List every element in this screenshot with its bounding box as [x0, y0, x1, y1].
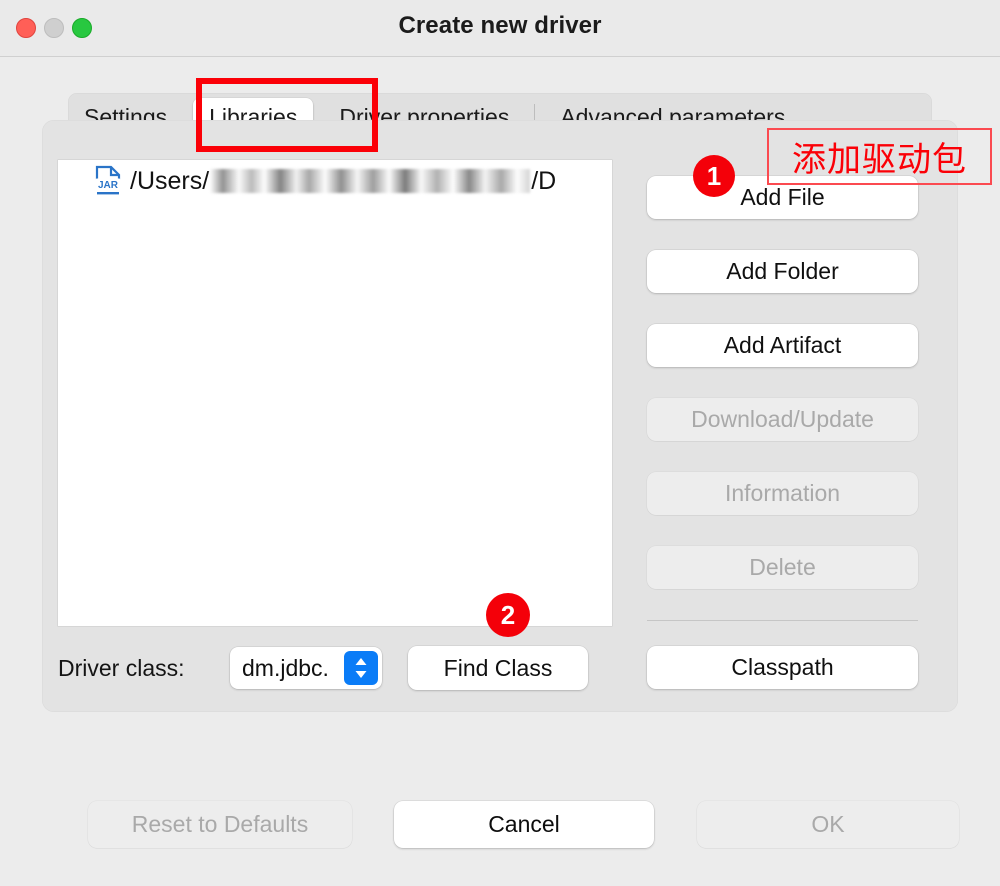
library-actions: Add File Add Folder Add Artifact Downloa…	[647, 176, 918, 720]
add-artifact-button[interactable]: Add Artifact	[647, 324, 918, 367]
list-item[interactable]: JAR /Users/ /D	[58, 160, 612, 202]
driver-class-row: Driver class: dm.jdbc. Find Class	[58, 646, 588, 690]
information-button: Information	[647, 472, 918, 515]
reset-to-defaults-button: Reset to Defaults	[88, 801, 352, 848]
title-bar: Create new driver	[0, 0, 1000, 57]
annotation-badge-1: 1	[693, 155, 735, 197]
download-update-button: Download/Update	[647, 398, 918, 441]
driver-class-combobox[interactable]: dm.jdbc.	[230, 647, 382, 689]
find-class-button[interactable]: Find Class	[408, 646, 588, 690]
add-folder-button[interactable]: Add Folder	[647, 250, 918, 293]
driver-class-label: Driver class:	[58, 654, 185, 681]
jar-file-icon: JAR	[95, 165, 121, 195]
dialog-footer: Reset to Defaults Cancel OK	[0, 750, 1000, 886]
library-path: /Users/ /D	[130, 167, 556, 196]
cancel-button[interactable]: Cancel	[394, 801, 654, 848]
driver-class-value: dm.jdbc.	[242, 654, 329, 681]
library-path-prefix: /Users/	[130, 166, 210, 195]
annotation-note-text: 添加驱动包	[792, 141, 967, 179]
create-new-driver-dialog: Create new driver Settings Libraries Dri…	[0, 0, 1000, 886]
annotation-note-box: 添加驱动包	[767, 128, 992, 185]
window-title: Create new driver	[398, 12, 602, 39]
actions-divider	[647, 620, 918, 621]
library-path-suffix: /D	[531, 166, 557, 195]
chevron-up-down-icon[interactable]	[344, 651, 378, 685]
svg-text:JAR: JAR	[98, 180, 119, 191]
classpath-button[interactable]: Classpath	[647, 646, 918, 689]
library-path-redacted	[210, 169, 531, 193]
library-list[interactable]: JAR /Users/ /D	[58, 160, 612, 626]
annotation-badge-2: 2	[486, 593, 530, 637]
ok-button: OK	[697, 801, 959, 848]
delete-button: Delete	[647, 546, 918, 589]
